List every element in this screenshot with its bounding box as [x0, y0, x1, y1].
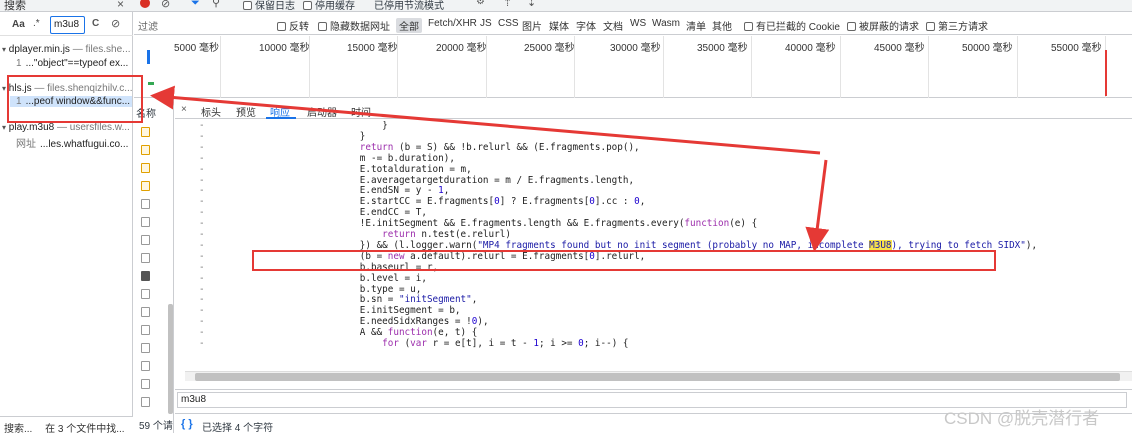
annotation-arrow-down — [805, 159, 830, 252]
watermark: CSDN @脱壳潜行者 — [944, 409, 1100, 428]
annotation-arrows — [150, 85, 830, 252]
annotation-arrow-left — [150, 85, 821, 155]
